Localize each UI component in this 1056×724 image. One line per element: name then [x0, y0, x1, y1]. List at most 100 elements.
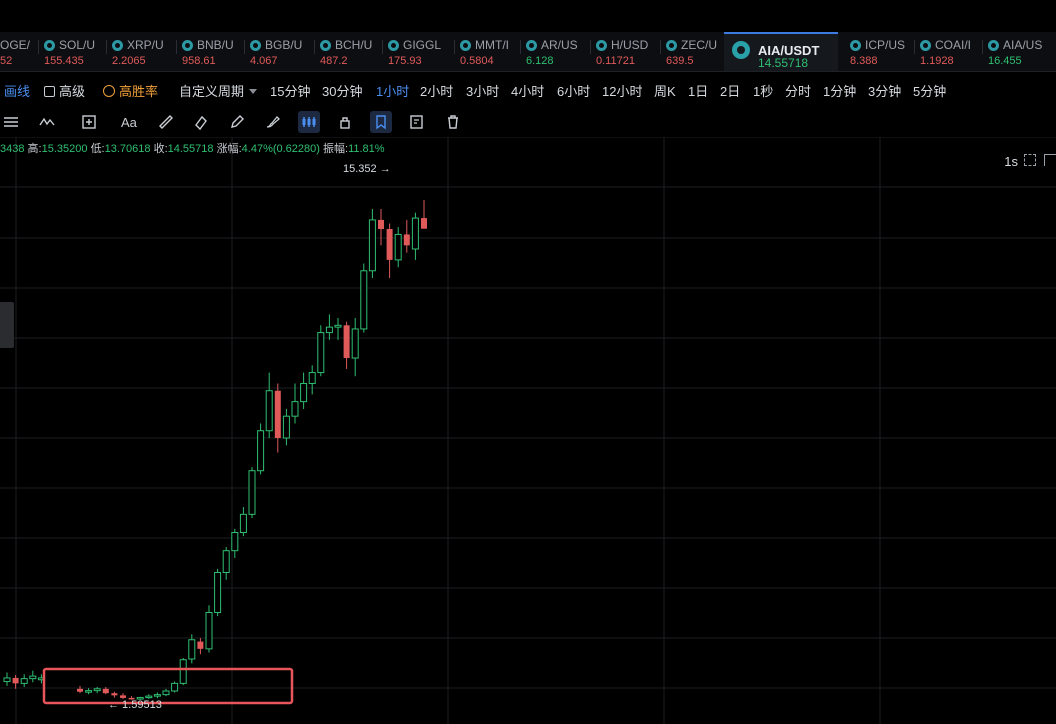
ticker-item[interactable]: BNB/U 958.61 — [178, 32, 240, 71]
custom-period-label: 自定义周期 — [179, 84, 245, 99]
period-option[interactable]: 6小时 — [557, 81, 590, 100]
ticker-symbol-row: XRP/U — [112, 38, 164, 52]
candle-down — [12, 677, 19, 684]
draw-line-button[interactable]: 画线 — [4, 81, 30, 100]
ticker-separator — [914, 40, 915, 54]
period-option[interactable]: 15分钟 — [270, 81, 310, 100]
ticker-item[interactable]: H/USD 0.11721 — [592, 32, 654, 71]
amplitude-label: 振幅: — [323, 143, 349, 155]
price-chart[interactable]: 15.352 → ← 1.59513 — [0, 137, 1056, 724]
ticker-symbol: ICP/US — [865, 38, 906, 52]
period-option[interactable]: 1分钟 — [823, 81, 856, 100]
ticker-price: 958.61 — [182, 55, 216, 67]
indicator-icon[interactable] — [36, 111, 58, 133]
candles-group — [3, 199, 427, 700]
ticker-symbol: AR/US — [541, 38, 578, 52]
ticker-item[interactable]: XRP/U 2.2065 — [108, 32, 170, 71]
ticker-symbol-row: OGE/ — [0, 38, 30, 52]
period-option[interactable]: 1秒 — [753, 81, 773, 100]
ticker-item[interactable]: BCH/U 487.2 — [316, 32, 378, 71]
candle-up — [214, 572, 222, 613]
candle-up — [85, 690, 93, 693]
period-option[interactable]: 30分钟 — [322, 81, 362, 100]
winrate-button[interactable]: 高胜率 — [103, 81, 158, 100]
candle-up — [93, 688, 101, 692]
ticker-item[interactable]: BGB/U 4.067 — [246, 32, 308, 71]
ticker-item[interactable]: MMT/I 0.5804 — [456, 32, 516, 71]
candle-up — [282, 415, 290, 439]
period-option[interactable]: 4小时 — [511, 81, 544, 100]
ticker-item[interactable]: OGE/52 — [0, 32, 36, 71]
candle-down — [77, 688, 83, 692]
ticker-item[interactable]: ZEC/U 639.5 — [662, 32, 718, 71]
brush-icon[interactable] — [262, 111, 284, 133]
period-option[interactable]: 1小时 — [376, 81, 409, 100]
ticker-price: 0.11721 — [596, 55, 635, 67]
ticker-price: 1.1928 — [920, 55, 954, 67]
add-box-icon[interactable] — [78, 111, 100, 133]
lock-icon[interactable] — [334, 111, 356, 133]
highlight-box — [42, 667, 294, 705]
ticker-separator — [982, 40, 983, 54]
ticker-item[interactable]: AIA/US 16.455 — [984, 32, 1056, 71]
trash-icon[interactable] — [442, 111, 464, 133]
coin-icon — [250, 39, 261, 51]
ticker-item[interactable]: SOL/U 155.435 — [40, 32, 102, 71]
close-value: 14.55718 — [167, 143, 214, 155]
period-option[interactable]: 2小时 — [420, 81, 453, 100]
period-option[interactable]: 周K — [654, 81, 676, 100]
coin-icon — [388, 39, 399, 51]
low-value: 13.70618 — [104, 143, 151, 155]
change-value: 4.47%(0.62280) — [241, 143, 320, 155]
ticker-item[interactable]: ICP/US 8.388 — [846, 32, 908, 71]
bookmark-icon[interactable] — [370, 111, 392, 133]
period-option[interactable]: 3小时 — [466, 81, 499, 100]
period-option[interactable]: 3分钟 — [868, 81, 901, 100]
change-label: 涨幅: — [216, 143, 242, 155]
coin-icon — [44, 39, 55, 51]
high-value: 15.35200 — [41, 143, 88, 155]
coin-icon — [460, 39, 471, 51]
advanced-button[interactable]: 高级 — [44, 81, 85, 100]
ticker-symbol-row: AIA/US — [988, 38, 1042, 52]
ticker-item[interactable]: AIA/USDT 14.55718 — [724, 32, 838, 71]
ticker-separator — [454, 40, 455, 54]
candle-up — [162, 690, 170, 696]
candle-down — [403, 234, 410, 246]
ticker-symbol-row: GIGGL — [388, 38, 441, 52]
candle-down — [197, 641, 204, 649]
eraser-icon[interactable] — [190, 111, 212, 133]
ticker-item[interactable]: COAI/I 1.1928 — [916, 32, 978, 71]
ruler-icon[interactable] — [155, 111, 177, 133]
period-option[interactable]: 5分钟 — [913, 81, 946, 100]
amplitude-value: 11.81% — [348, 143, 385, 155]
menu-lines-icon[interactable] — [0, 111, 22, 133]
period-option[interactable]: 2日 — [720, 81, 740, 100]
edit-note-icon[interactable] — [406, 111, 428, 133]
candle-up — [153, 694, 161, 697]
pencil-icon[interactable] — [226, 111, 248, 133]
advanced-label: 高级 — [59, 84, 86, 99]
candle-up — [188, 639, 196, 660]
coin-icon — [850, 39, 861, 51]
period-option[interactable]: 分时 — [785, 81, 811, 100]
side-panel-handle[interactable] — [0, 302, 14, 348]
high-label: 高: — [27, 143, 42, 155]
candle-down — [378, 219, 384, 229]
candle-up — [257, 430, 265, 472]
period-option[interactable]: 12小时 — [602, 81, 642, 100]
ticker-symbol: OGE/ — [0, 38, 31, 52]
ticker-symbol: COAI/I — [935, 38, 972, 52]
candles-icon[interactable] — [298, 111, 320, 133]
period-option[interactable]: 1日 — [688, 81, 708, 100]
candle-up — [231, 532, 239, 552]
text-tool-icon[interactable]: Aa — [118, 111, 140, 133]
candle-down — [102, 688, 109, 694]
ticker-item[interactable]: GIGGL 175.93 — [384, 32, 446, 71]
custom-period-dropdown[interactable]: 自定义周期 — [179, 81, 258, 100]
ticker-symbol: MMT/I — [475, 38, 509, 52]
ticker-separator — [660, 40, 661, 54]
ticker-separator — [314, 40, 315, 54]
clock-icon — [103, 85, 115, 97]
ticker-item[interactable]: AR/US 6.128 — [522, 32, 584, 71]
